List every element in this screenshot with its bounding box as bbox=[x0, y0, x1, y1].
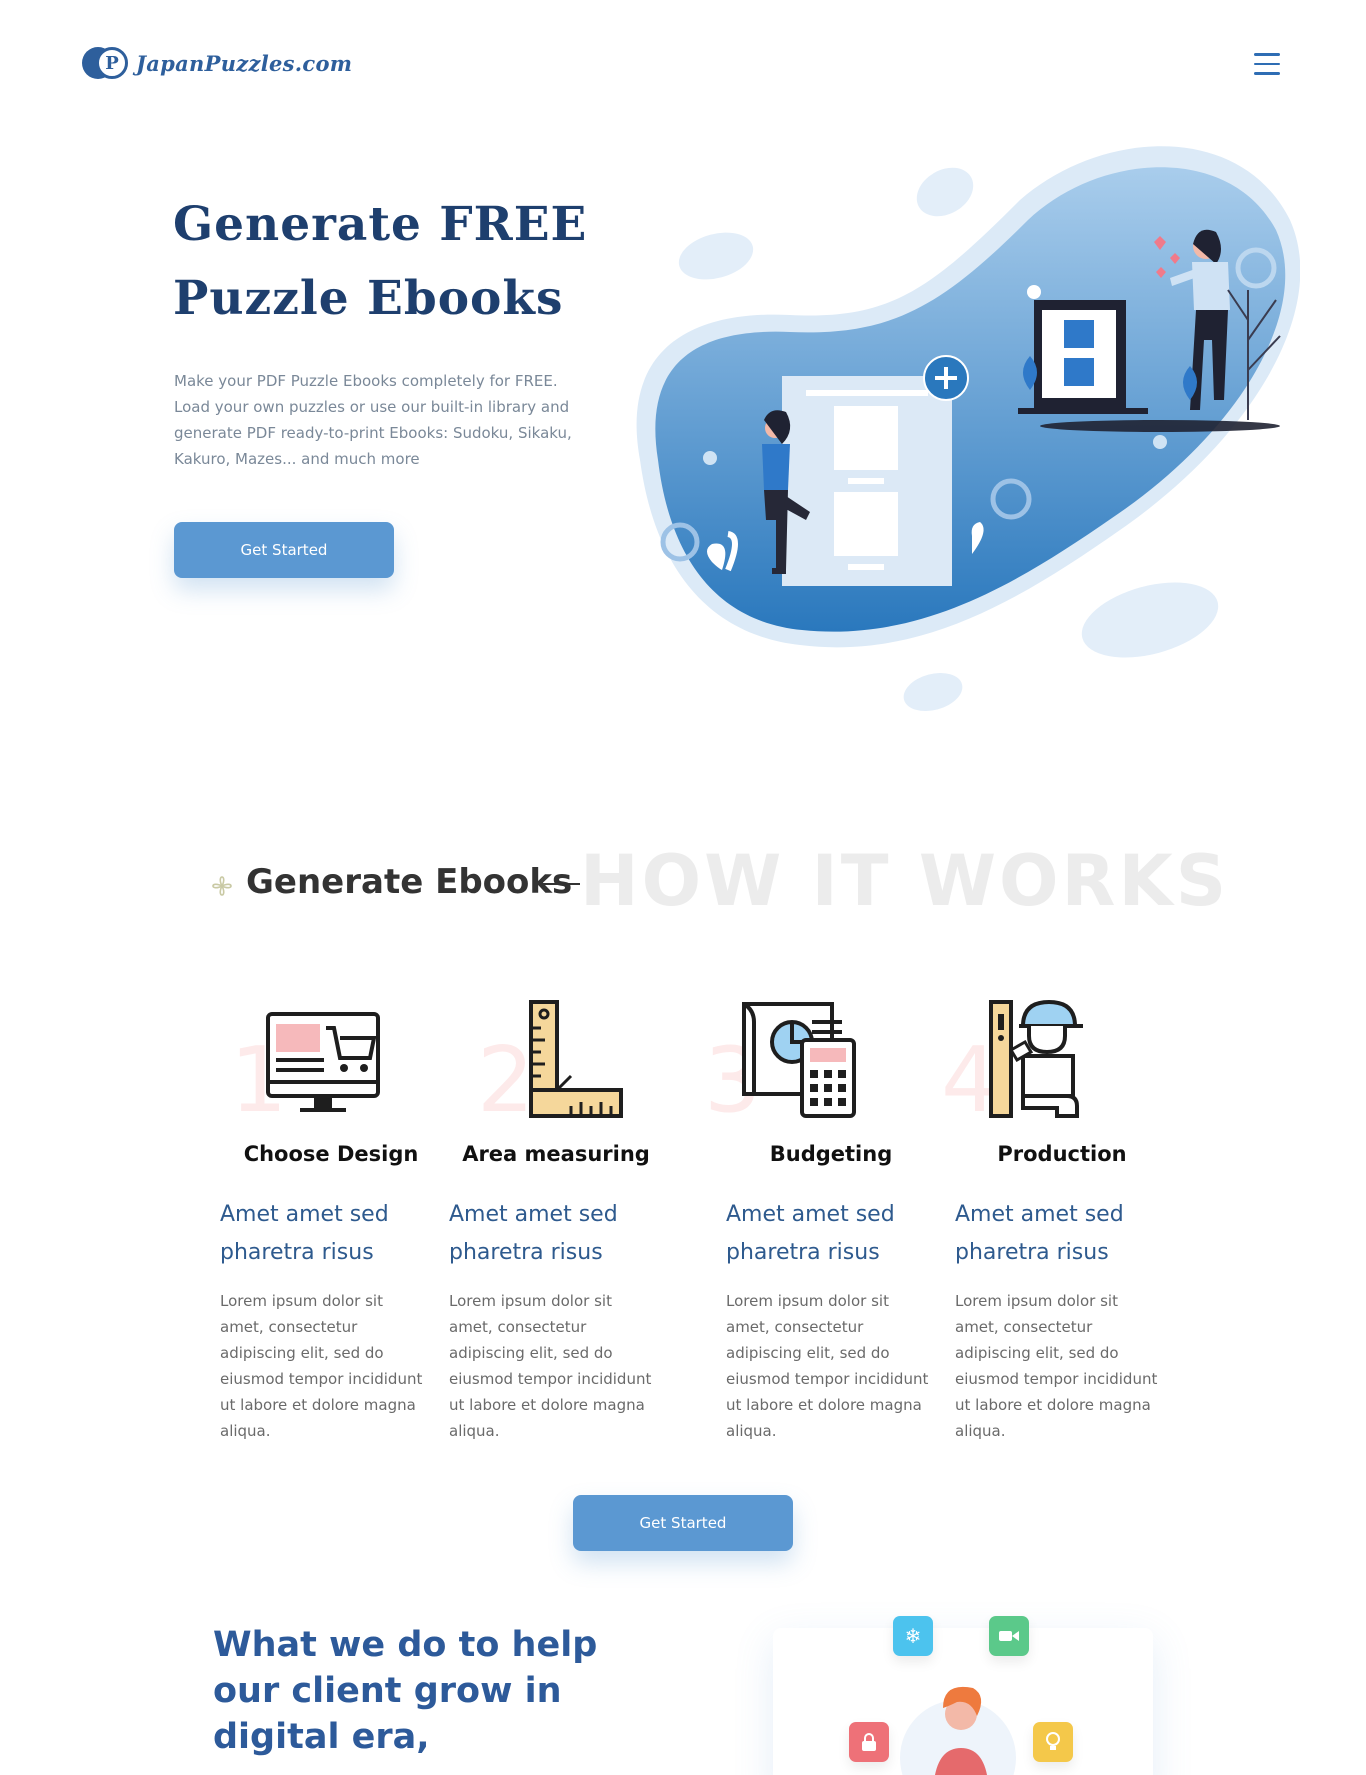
step-body: Lorem ipsum dolor sit amet, consectetur … bbox=[726, 1292, 929, 1440]
flower-icon bbox=[212, 876, 232, 896]
hero-get-started-button[interactable]: Get Started bbox=[174, 522, 394, 578]
site-header: P JapanPuzzles.com bbox=[0, 0, 1366, 130]
hero-description: Make your PDF Puzzle Ebooks completely f… bbox=[174, 372, 572, 468]
title-divider bbox=[538, 883, 580, 885]
step-body: Lorem ipsum dolor sit amet, consectetur … bbox=[220, 1292, 423, 1440]
what-we-do-title: What we do to help our client grow in di… bbox=[213, 1625, 598, 1757]
person-illustration bbox=[900, 1686, 1016, 1775]
snowflake-icon: ❄ bbox=[893, 1616, 933, 1656]
step-label: Budgeting bbox=[769, 1142, 893, 1166]
ruler-square-icon bbox=[529, 1000, 623, 1118]
step-label: Choose Design bbox=[243, 1142, 419, 1166]
step-body: Lorem ipsum dolor sit amet, consectetur … bbox=[449, 1292, 652, 1440]
section-title: Generate Ebooks bbox=[246, 862, 573, 902]
lightbulb-icon bbox=[1033, 1722, 1073, 1762]
steps-list: 1 Choose Design Amet amet sed pharetra r… bbox=[0, 990, 1366, 1440]
site-logo[interactable]: P JapanPuzzles.com bbox=[82, 46, 352, 80]
logo-text: JapanPuzzles.com bbox=[136, 50, 353, 76]
step-body: Lorem ipsum dolor sit amet, consectetur … bbox=[955, 1292, 1158, 1440]
hero-illustration bbox=[636, 146, 1300, 712]
step-label: Area measuring bbox=[462, 1142, 650, 1166]
step-subtitle: Amet amet sed pharetra risus bbox=[955, 1202, 1124, 1265]
hero-title: Generate FREE Puzzle Ebooks bbox=[173, 197, 588, 326]
steps-get-started-button[interactable]: Get Started bbox=[573, 1495, 793, 1551]
how-it-works-background-text: HOW IT WORKS bbox=[580, 840, 1230, 922]
menu-hamburger-icon[interactable] bbox=[1254, 53, 1280, 75]
video-camera-icon bbox=[989, 1616, 1029, 1656]
how-it-works-header: HOW IT WORKS Generate Ebooks bbox=[0, 840, 1366, 930]
step-subtitle: Amet amet sed pharetra risus bbox=[220, 1202, 389, 1265]
monitor-cart-icon bbox=[266, 1012, 380, 1112]
what-we-do-illustration: ❄ bbox=[773, 1616, 1153, 1775]
step-subtitle: Amet amet sed pharetra risus bbox=[449, 1202, 618, 1265]
worker-icon bbox=[989, 999, 1083, 1118]
step-label: Production bbox=[997, 1142, 1127, 1166]
calculator-blueprint-icon bbox=[742, 1002, 856, 1118]
step-subtitle: Amet amet sed pharetra risus bbox=[726, 1202, 895, 1265]
logo-mark-icon: P bbox=[82, 46, 132, 80]
